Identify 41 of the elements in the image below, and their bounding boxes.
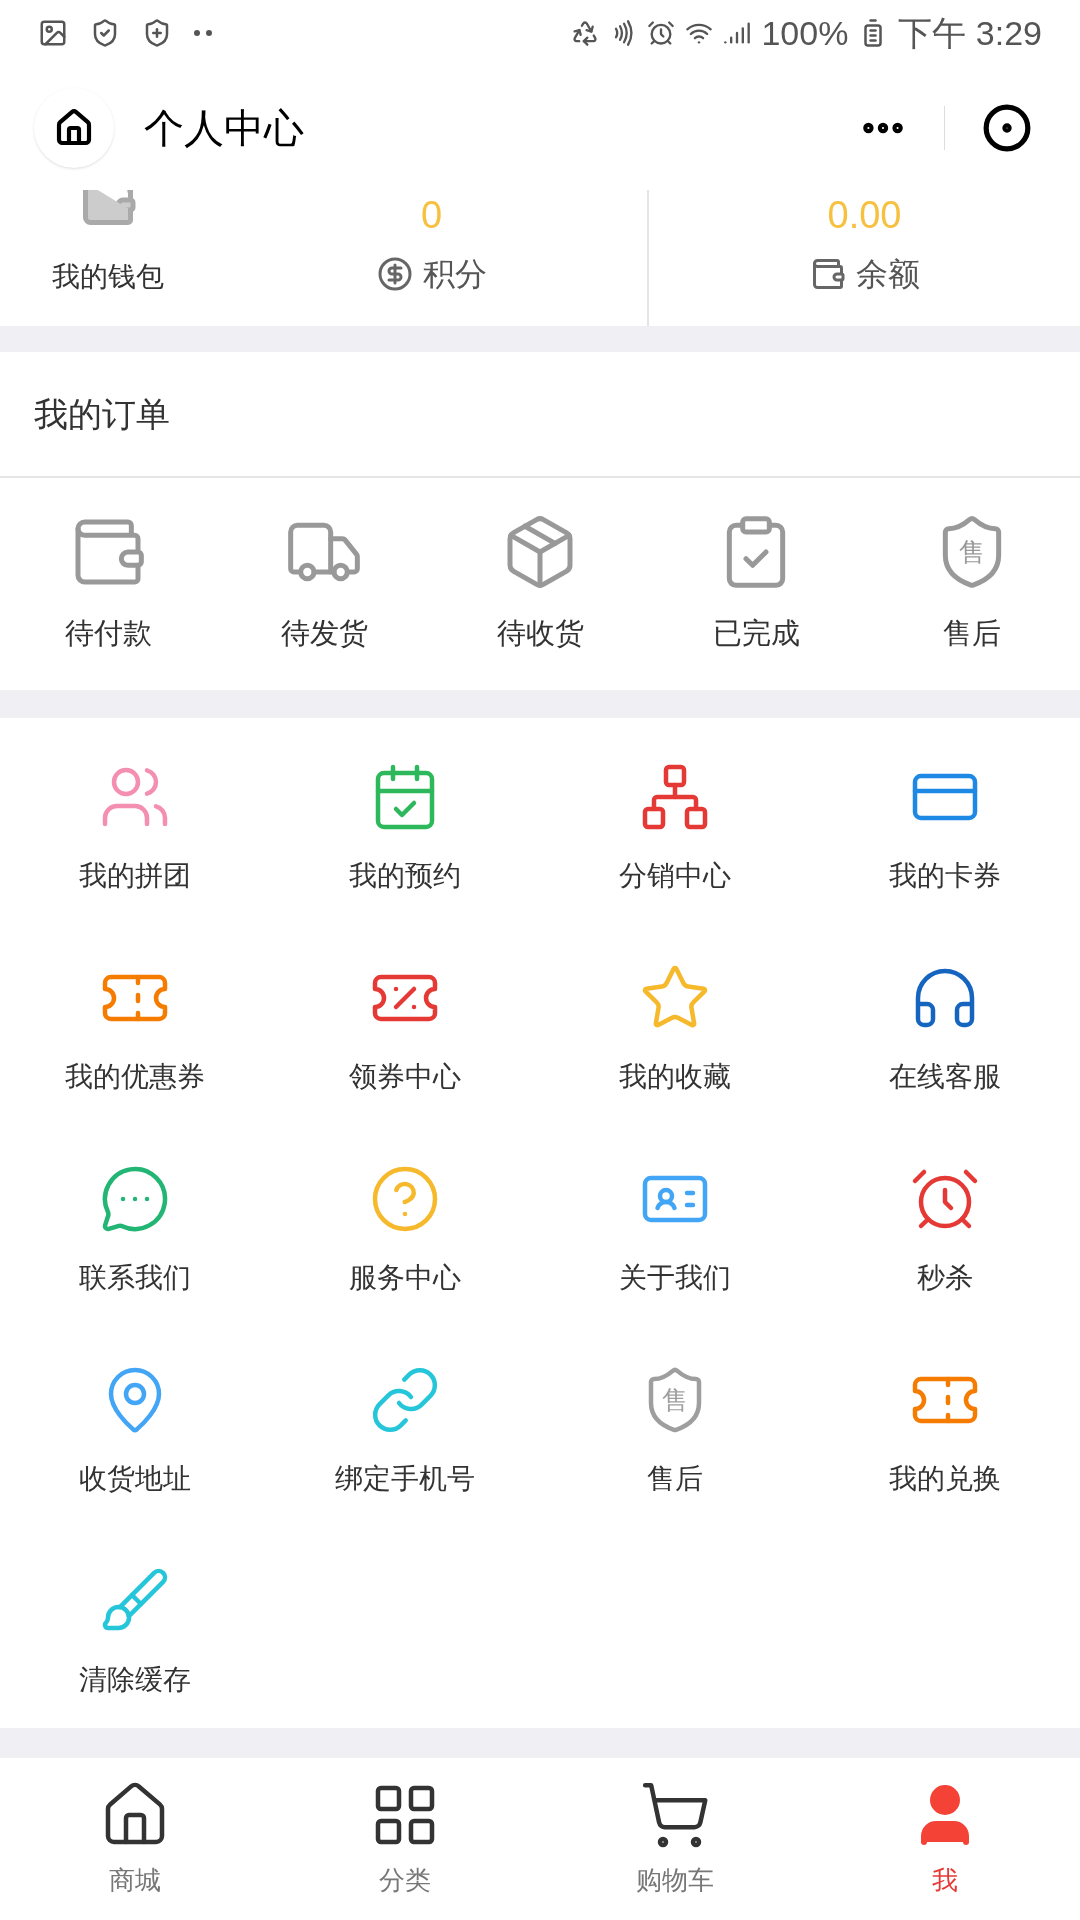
service-button[interactable]: 我的兑换 <box>810 1331 1080 1532</box>
service-button[interactable]: 在线客服 <box>810 929 1080 1130</box>
service-button[interactable]: 秒杀 <box>810 1130 1080 1331</box>
service-button[interactable]: 分销中心 <box>540 728 810 929</box>
dollar-icon <box>376 256 413 292</box>
clock: 下午 3:29 <box>898 12 1042 54</box>
order-status-button[interactable]: 已完成 <box>648 512 864 656</box>
stat-label: 余额 <box>855 255 920 294</box>
page-title: 个人中心 <box>144 105 304 152</box>
service-button[interactable]: 清除缓存 <box>0 1532 270 1733</box>
order-status-button[interactable]: 待付款 <box>0 512 216 656</box>
stat-label: 积分 <box>422 255 487 294</box>
service-button[interactable]: 关于我们 <box>540 1130 810 1331</box>
service-button[interactable]: 绑定手机号 <box>270 1331 540 1532</box>
service-button[interactable]: 我的卡券 <box>810 728 1080 929</box>
service-button[interactable]: 售 售后 <box>540 1331 810 1532</box>
service-button[interactable]: 联系我们 <box>0 1130 270 1331</box>
service-button[interactable]: 我的优惠券 <box>0 929 270 1130</box>
order-status-button[interactable]: 售 售后 <box>864 512 1080 656</box>
home-icon <box>54 108 94 148</box>
tab-bar-item[interactable]: 分类 <box>270 1778 540 1900</box>
stat-value: 0 <box>420 196 443 234</box>
service-button[interactable]: 我的拼团 <box>0 728 270 929</box>
stat-value: 0.00 <box>827 196 902 234</box>
section-title: 我的订单 <box>34 393 170 435</box>
service-button[interactable]: 服务中心 <box>270 1130 540 1331</box>
more-icon <box>194 30 212 36</box>
order-status-button[interactable]: 待发货 <box>216 512 432 656</box>
wallet-label[interactable]: 我的钱包 <box>52 256 164 298</box>
image-icon <box>38 18 68 48</box>
service-button[interactable]: 收货地址 <box>0 1331 270 1532</box>
battery-level: 100% <box>761 12 849 54</box>
battery-saver-icon <box>571 19 600 47</box>
service-button[interactable]: 我的预约 <box>270 728 540 929</box>
tab-bar-item[interactable]: 我 <box>810 1778 1080 1900</box>
tab-bar-item[interactable]: 购物车 <box>540 1778 810 1900</box>
tab-bar-item[interactable]: 商城 <box>0 1778 270 1900</box>
order-status-button[interactable]: 待收货 <box>432 512 648 656</box>
alarm-icon <box>647 19 676 47</box>
service-button[interactable]: 领券中心 <box>270 929 540 1130</box>
service-button[interactable]: 我的收藏 <box>540 929 810 1130</box>
